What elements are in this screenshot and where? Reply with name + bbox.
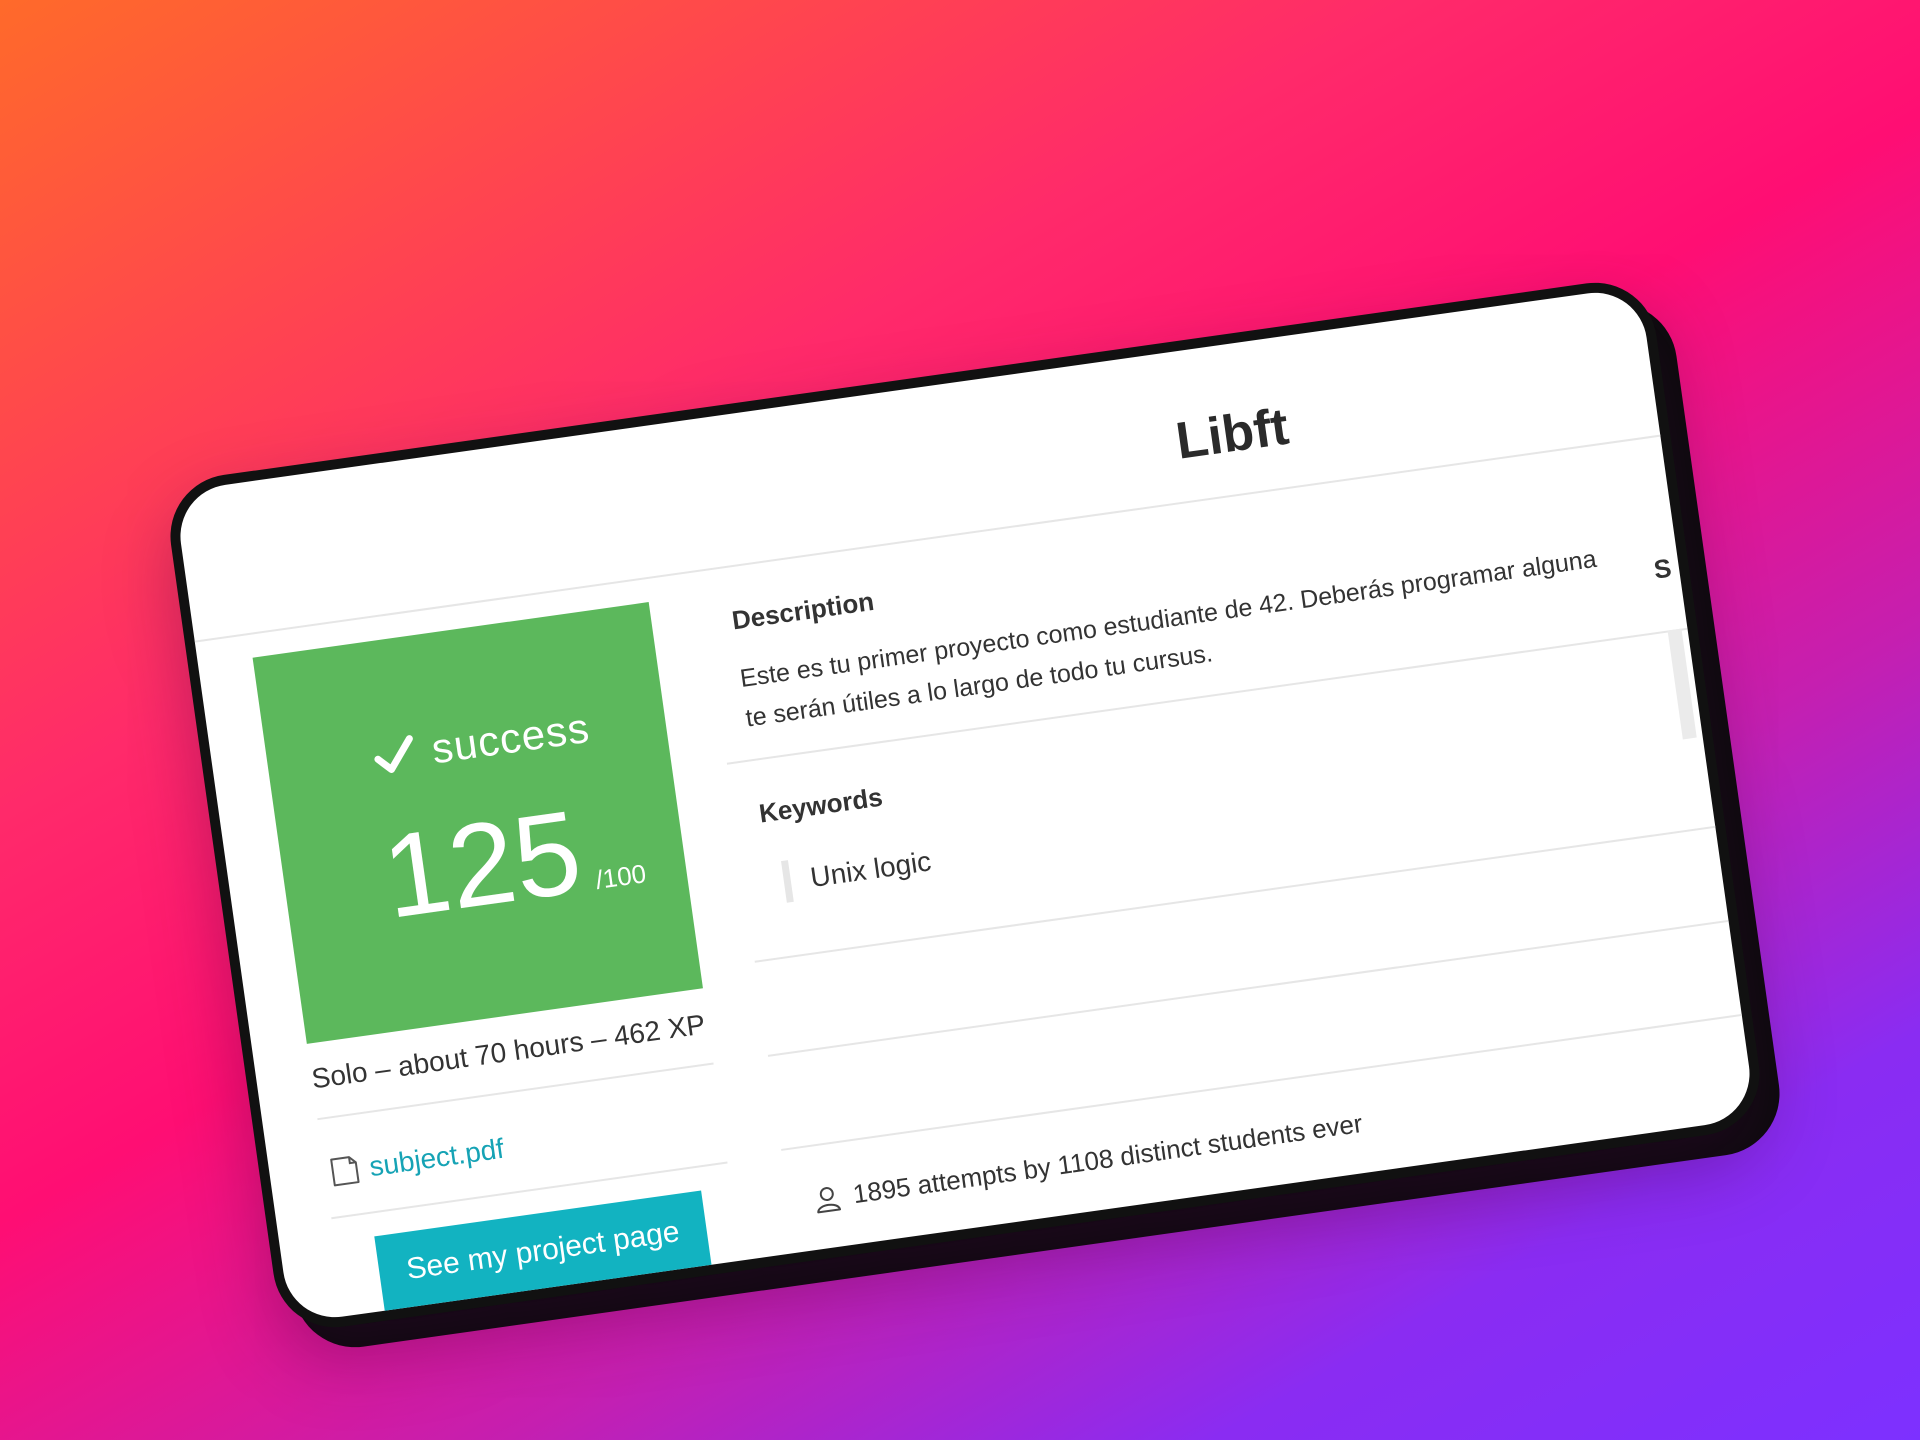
status-line: success (369, 704, 592, 782)
description-label: Description (729, 585, 876, 636)
score-value: 125 (375, 785, 589, 944)
keyword-text: Unix logic (808, 845, 933, 894)
description-text: Este es tu primer proyecto como estudian… (738, 534, 1640, 738)
user-icon (817, 1186, 841, 1213)
background: Libft success 125 /100 Solo – about 70 h… (0, 0, 1920, 1440)
score-max: /100 (593, 858, 648, 895)
status-text: success (428, 703, 593, 773)
sidebar-partial-label: S (1651, 552, 1674, 585)
subject-pdf-link[interactable]: subject.pdf (367, 1133, 506, 1184)
result-card: success 125 /100 (252, 602, 703, 1044)
page-title: Libft (1172, 397, 1293, 471)
subject-row: subject.pdf (328, 1133, 506, 1189)
keyword-marker (781, 860, 794, 903)
file-icon (330, 1156, 360, 1187)
keywords-label: Keywords (757, 781, 885, 829)
score-line: 125 /100 (375, 784, 649, 944)
check-icon (374, 735, 413, 773)
sidebar-partial-box (1667, 628, 1697, 740)
keyword-item: Unix logic (781, 840, 934, 903)
